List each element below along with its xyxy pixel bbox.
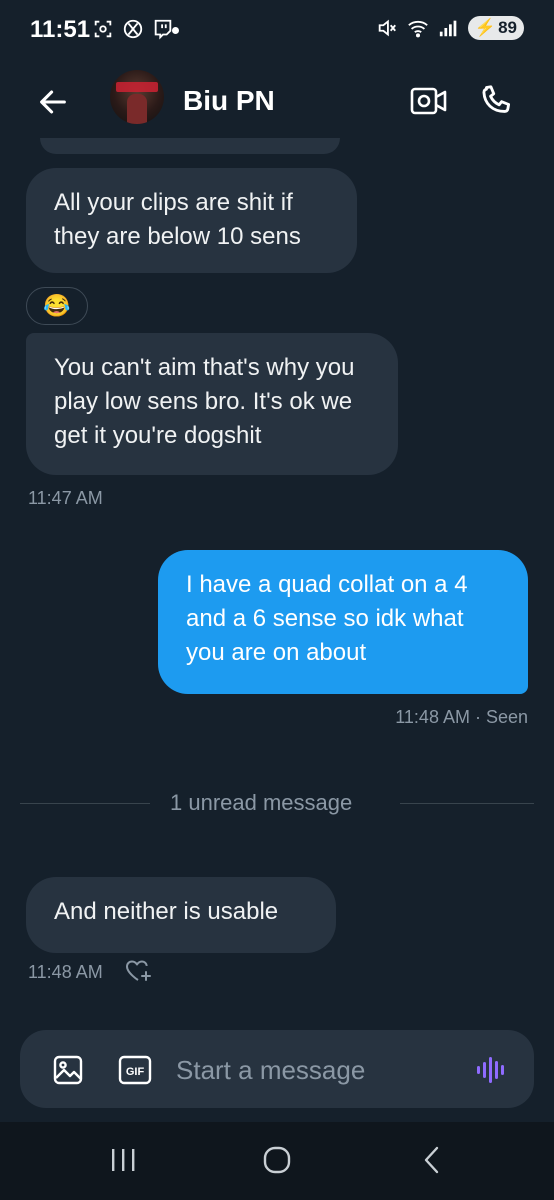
message-bubble-received[interactable]: And neither is usable xyxy=(26,877,336,953)
voice-message-icon[interactable] xyxy=(474,1052,510,1088)
add-reaction-icon[interactable] xyxy=(124,958,152,984)
status-system-icons: ⚡ 89 xyxy=(376,16,524,40)
message-timestamp: 11:48 AM xyxy=(28,962,103,982)
wifi-icon xyxy=(408,20,428,38)
message-input[interactable] xyxy=(174,1048,458,1092)
avatar-graphic xyxy=(116,82,158,92)
gif-icon[interactable]: GIF xyxy=(118,1054,152,1086)
unread-divider-label: 1 unread message xyxy=(170,790,353,815)
message-reaction[interactable]: 😂 xyxy=(26,287,88,325)
laughing-emoji-icon: 😂 xyxy=(43,293,71,318)
message-bubble-received[interactable]: You can't aim that's why you play low se… xyxy=(26,333,398,475)
message-text: All your clips are shit if they are belo… xyxy=(54,189,301,250)
image-icon[interactable] xyxy=(52,1054,84,1086)
xbox-icon xyxy=(123,19,143,39)
message-bubble-sent[interactable]: I have a quad collat on a 4 and a 6 sens… xyxy=(158,550,528,694)
gif-label: GIF xyxy=(126,1066,145,1078)
contact-name[interactable]: Biu PN xyxy=(183,85,275,117)
recent-apps-icon[interactable] xyxy=(108,1147,138,1173)
screenshot-icon xyxy=(94,20,112,38)
message-timestamp-seen: 11:48 AM · Seen xyxy=(395,707,528,727)
status-notification-icons xyxy=(92,18,174,40)
battery-charging-icon: ⚡ xyxy=(474,18,497,37)
back-arrow-icon[interactable] xyxy=(36,85,70,119)
message-text: I have a quad collat on a 4 and a 6 sens… xyxy=(186,571,468,666)
video-call-icon[interactable] xyxy=(410,84,448,118)
mute-icon xyxy=(378,19,396,37)
battery-indicator: ⚡ 89 xyxy=(467,16,524,40)
message-bubble-received[interactable]: All your clips are shit if they are belo… xyxy=(26,168,357,273)
status-bar: 11:51 ⚡ 89 xyxy=(0,0,554,60)
divider-line xyxy=(20,803,150,804)
home-icon[interactable] xyxy=(262,1145,292,1175)
avatar-figure xyxy=(127,94,147,124)
nav-back-icon[interactable] xyxy=(418,1145,448,1175)
twitch-icon xyxy=(154,19,172,40)
message-timestamp: 11:47 AM xyxy=(28,488,103,508)
status-time: 11:51 xyxy=(30,16,91,43)
phone-icon[interactable] xyxy=(476,82,514,120)
previous-message-bubble xyxy=(40,138,340,154)
divider-line xyxy=(400,803,534,804)
more-notifications-dot xyxy=(172,27,179,34)
message-text: You can't aim that's why you play low se… xyxy=(54,354,355,449)
avatar[interactable] xyxy=(110,70,164,124)
battery-level: 89 xyxy=(498,18,517,37)
message-text: And neither is usable xyxy=(54,898,279,925)
signal-icon xyxy=(439,20,457,37)
